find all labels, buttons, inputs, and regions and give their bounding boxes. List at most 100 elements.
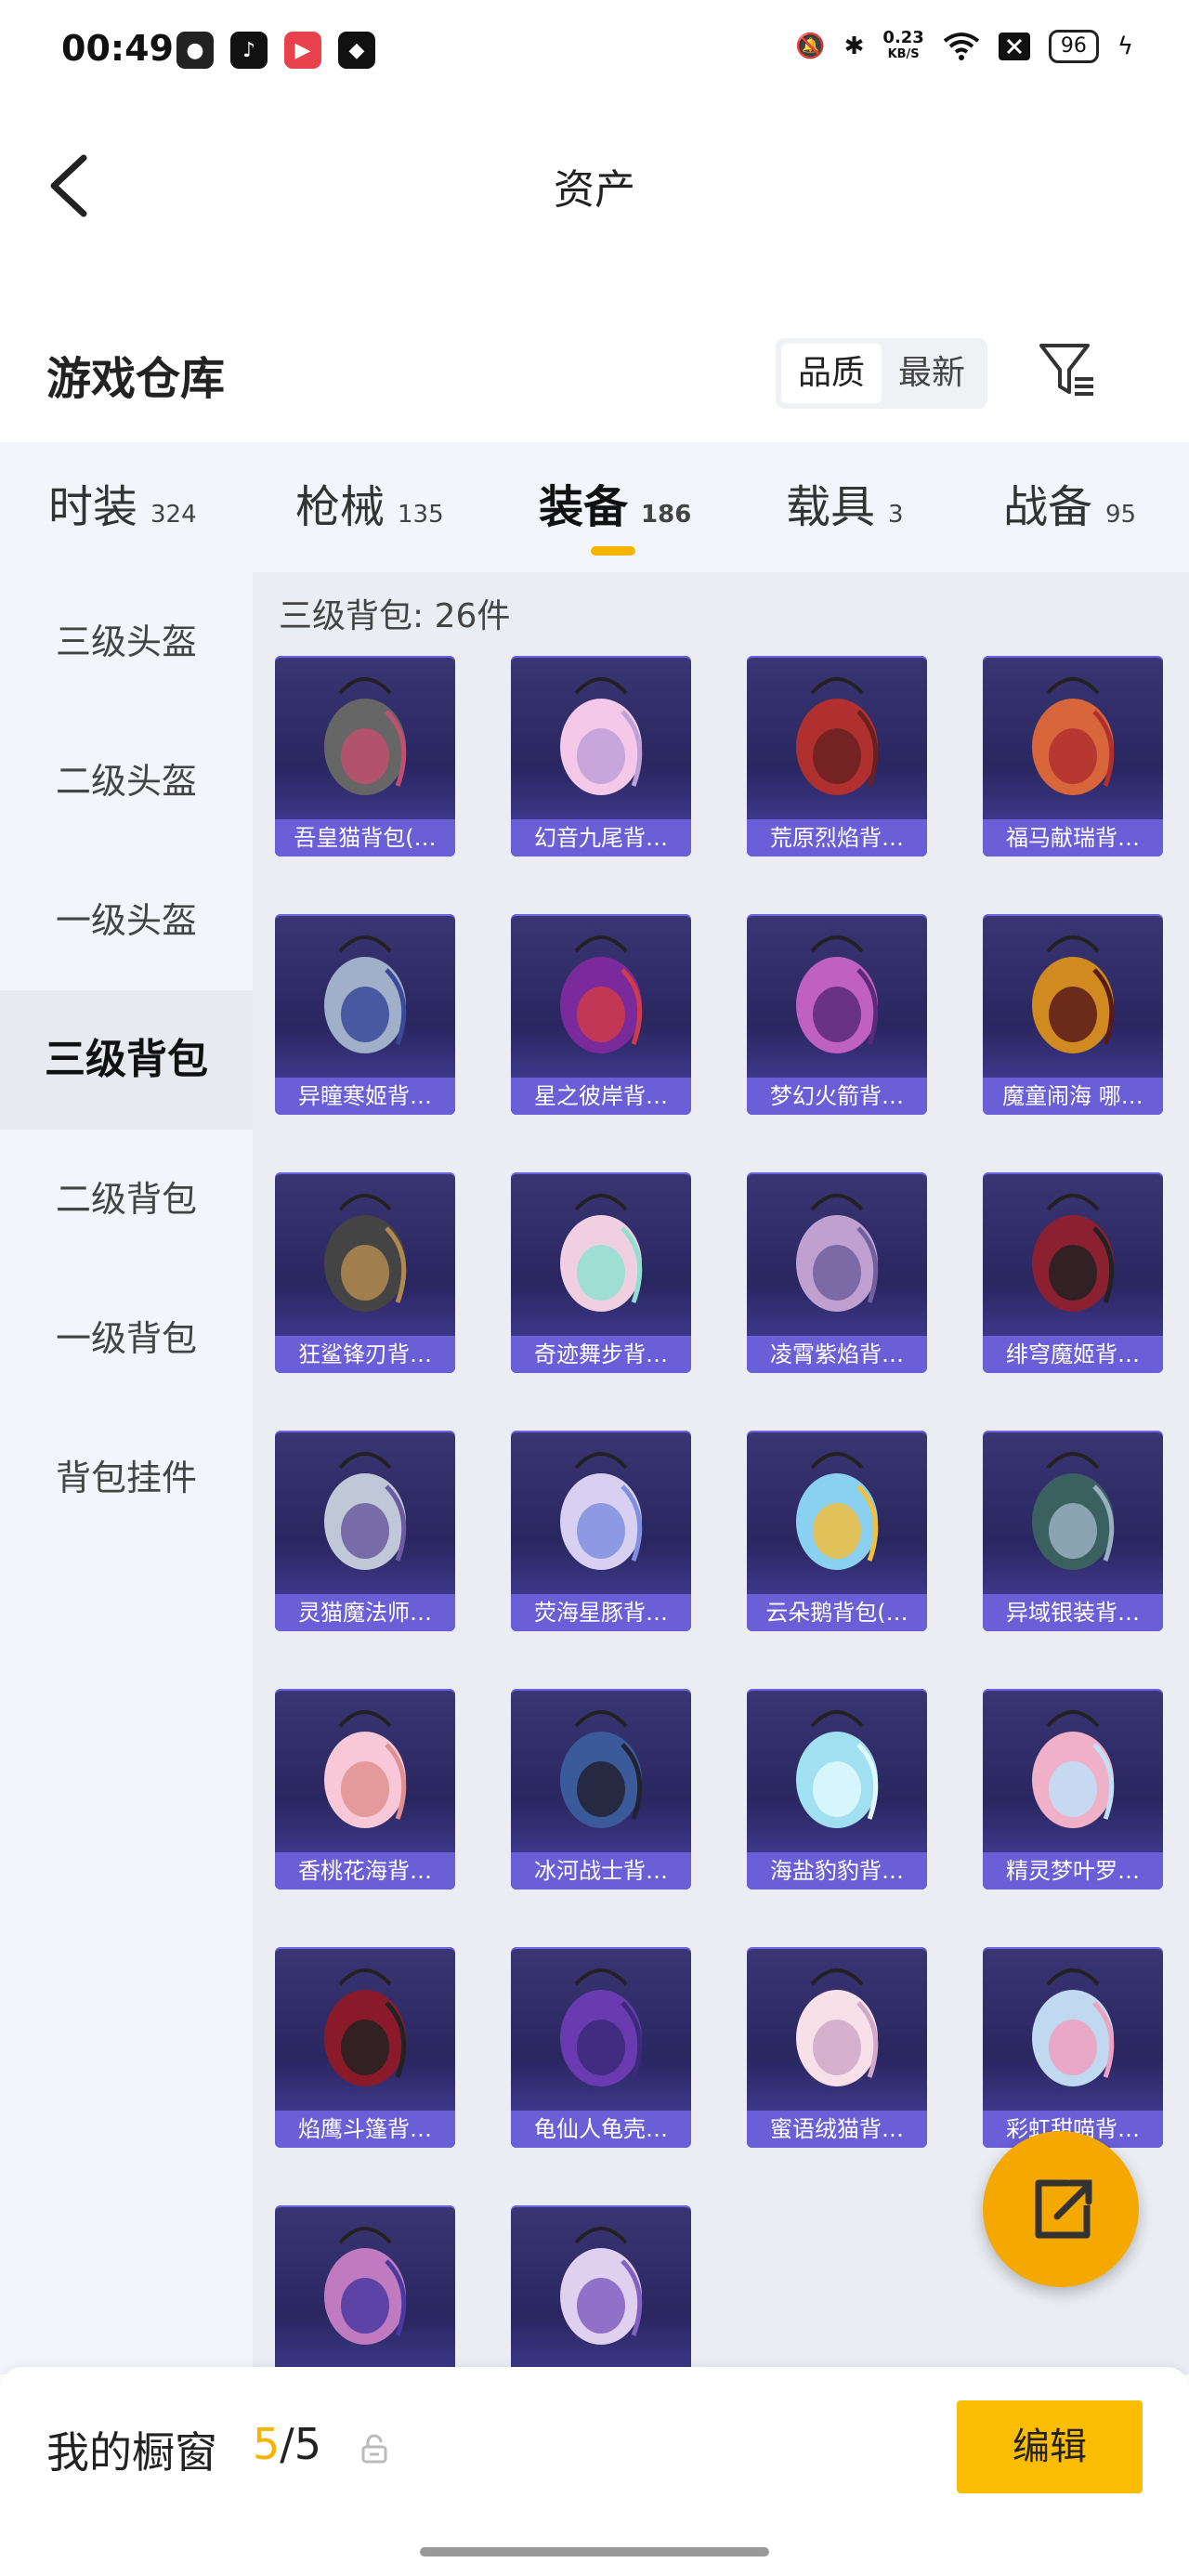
home-indicator (420, 2547, 769, 2556)
item-card[interactable]: 蜜语绒猫背… (747, 1947, 927, 2148)
item-card[interactable]: 荧海星豚背… (511, 1431, 691, 1631)
item-card[interactable]: 吾皇猫背包(… (275, 656, 455, 856)
backpack-image-icon (796, 1194, 879, 1312)
sidebar-item-backpack-charm[interactable]: 背包挂件 (0, 1408, 253, 1548)
page-title: 资产 (554, 166, 635, 214)
item-card[interactable]: 云朵鹅背包(… (747, 1431, 927, 1631)
backpack-image-icon (324, 2227, 407, 2345)
sidebar-item-level1-backpack[interactable]: 一级背包 (0, 1269, 253, 1408)
backpack-image-icon (796, 1710, 879, 1828)
item-name: 荒原烈焰背… (747, 819, 927, 856)
status-bar: 00:49 ● ♪ ▶ ◆ 🔕 ✱ 0.23 KB/S 96 ϟ (0, 0, 1189, 102)
backpack-image-icon (560, 2227, 643, 2345)
item-card[interactable]: 香桃花海背… (275, 1689, 455, 1890)
item-card[interactable]: 龟仙人龟壳… (511, 1947, 691, 2148)
item-name: 狂鲨锋刃背… (275, 1336, 455, 1373)
backpack-image-icon (560, 1194, 643, 1312)
item-card[interactable] (275, 2205, 455, 2374)
item-name: 云朵鹅背包(… (747, 1594, 927, 1631)
backpack-image-icon (1032, 677, 1115, 795)
item-card[interactable]: 绯穹魔姬背… (983, 1172, 1163, 1373)
item-name: 灵猫魔法师… (275, 1594, 455, 1631)
share-external-icon (1035, 2179, 1092, 2239)
item-card[interactable]: 冰河战士背… (511, 1689, 691, 1890)
sort-quality-button[interactable]: 品质 (781, 344, 882, 403)
item-name: 海盐豹豹背… (747, 1852, 927, 1890)
wechat-icon: ● (176, 32, 214, 69)
item-name: 冰河战士背… (511, 1852, 691, 1890)
item-card[interactable]: 荒原烈焰背… (747, 656, 927, 856)
tab-equipment[interactable]: 装备 186 (539, 470, 691, 535)
item-name: 绯穹魔姬背… (983, 1336, 1163, 1373)
tab-guns[interactable]: 枪械 135 (295, 470, 444, 535)
showcase-count: 5/5 (253, 2419, 322, 2469)
tiktok-icon: ♪ (230, 32, 268, 69)
wifi-icon (943, 33, 980, 60)
sidebar-item-level2-helmet[interactable]: 二级头盔 (0, 712, 253, 851)
backpack-image-icon (324, 677, 407, 795)
item-card[interactable] (511, 2205, 691, 2374)
item-name: 异域银装背… (983, 1594, 1163, 1631)
item-card[interactable]: 星之彼岸背… (511, 914, 691, 1115)
item-card[interactable]: 异域银装背… (983, 1431, 1163, 1631)
filter-list-icon[interactable] (1036, 338, 1101, 403)
item-name: 吾皇猫背包(… (275, 819, 455, 856)
battery-indicator: 96 (1048, 30, 1099, 63)
backpack-image-icon (796, 1452, 879, 1570)
item-card[interactable]: 幻音九尾背… (511, 656, 691, 856)
item-name: 龟仙人龟壳… (511, 2111, 691, 2148)
backpack-image-icon (1032, 1452, 1115, 1570)
backpack-image-icon (324, 1968, 407, 2086)
share-button[interactable] (983, 2131, 1139, 2287)
backpack-image-icon (560, 935, 643, 1053)
item-card[interactable]: 狂鲨锋刃背… (275, 1172, 455, 1373)
item-card[interactable]: 凌霄紫焰背… (747, 1172, 927, 1373)
item-card[interactable]: 奇迹舞步背… (511, 1172, 691, 1373)
edit-button[interactable]: 编辑 (957, 2400, 1143, 2493)
item-card[interactable]: 福马献瑞背… (983, 656, 1163, 856)
item-card[interactable]: 焰鹰斗篷背… (275, 1947, 455, 2148)
item-name: 凌霄紫焰背… (747, 1336, 927, 1373)
backpack-image-icon (796, 935, 879, 1053)
item-name: 幻音九尾背… (511, 819, 691, 856)
item-card[interactable]: 海盐豹豹背… (747, 1689, 927, 1890)
tab-supplies[interactable]: 战备 95 (1003, 470, 1136, 535)
charging-icon: ϟ (1117, 33, 1133, 60)
backpack-image-icon (560, 677, 643, 795)
item-card[interactable]: 彩虹甜喵背… (983, 1947, 1163, 2148)
tab-vehicles[interactable]: 载具 3 (786, 470, 904, 535)
item-card[interactable]: 精灵梦叶罗… (983, 1689, 1163, 1890)
item-card[interactable]: 魔童闹海 哪… (983, 914, 1163, 1115)
sidebar-item-level1-helmet[interactable]: 一级头盔 (0, 851, 253, 990)
item-name: 蜜语绒猫背… (747, 2111, 927, 2148)
bluetooth-icon: ✱ (843, 33, 865, 60)
backpack-image-icon (324, 1452, 407, 1570)
sidebar-item-level2-backpack[interactable]: 二级背包 (0, 1130, 253, 1269)
backpack-image-icon (1032, 935, 1115, 1053)
sort-newest-button[interactable]: 最新 (882, 344, 982, 403)
item-name: 魔童闹海 哪… (983, 1078, 1163, 1115)
tab-fashion[interactable]: 时装 324 (48, 470, 197, 535)
item-name: 梦幻火箭背… (747, 1078, 927, 1115)
item-count-label: 三级背包: 26件 (279, 597, 511, 635)
network-speed: 0.23 KB/S (882, 28, 924, 62)
active-tab-indicator (591, 546, 635, 556)
item-name: 精灵梦叶罗… (983, 1852, 1163, 1890)
item-name: 焰鹰斗篷背… (275, 2111, 455, 2148)
item-card[interactable]: 灵猫魔法师… (275, 1431, 455, 1631)
showcase-bar: 我的橱窗 5/5 编辑 (0, 2367, 1189, 2576)
item-card[interactable]: 异瞳寒姬背… (275, 914, 455, 1115)
item-name: 奇迹舞步背… (511, 1336, 691, 1373)
backpack-image-icon (1032, 1194, 1115, 1312)
app-bar: 资产 (0, 130, 1189, 242)
item-card[interactable]: 梦幻火箭背… (747, 914, 927, 1115)
backpack-image-icon (1032, 1968, 1115, 2086)
sort-toggle: 品质 最新 (776, 338, 988, 409)
section-title: 游戏仓库 (46, 353, 226, 405)
subcategory-sidebar: 三级头盔 二级头盔 一级头盔 三级背包 二级背包 一级背包 背包挂件 (0, 572, 253, 2374)
sidebar-item-level3-helmet[interactable]: 三级头盔 (0, 572, 253, 712)
sidebar-item-level3-backpack[interactable]: 三级背包 (0, 990, 253, 1130)
backpack-image-icon (560, 1452, 643, 1570)
mute-icon: 🔕 (795, 33, 826, 60)
item-name: 荧海星豚背… (511, 1594, 691, 1631)
